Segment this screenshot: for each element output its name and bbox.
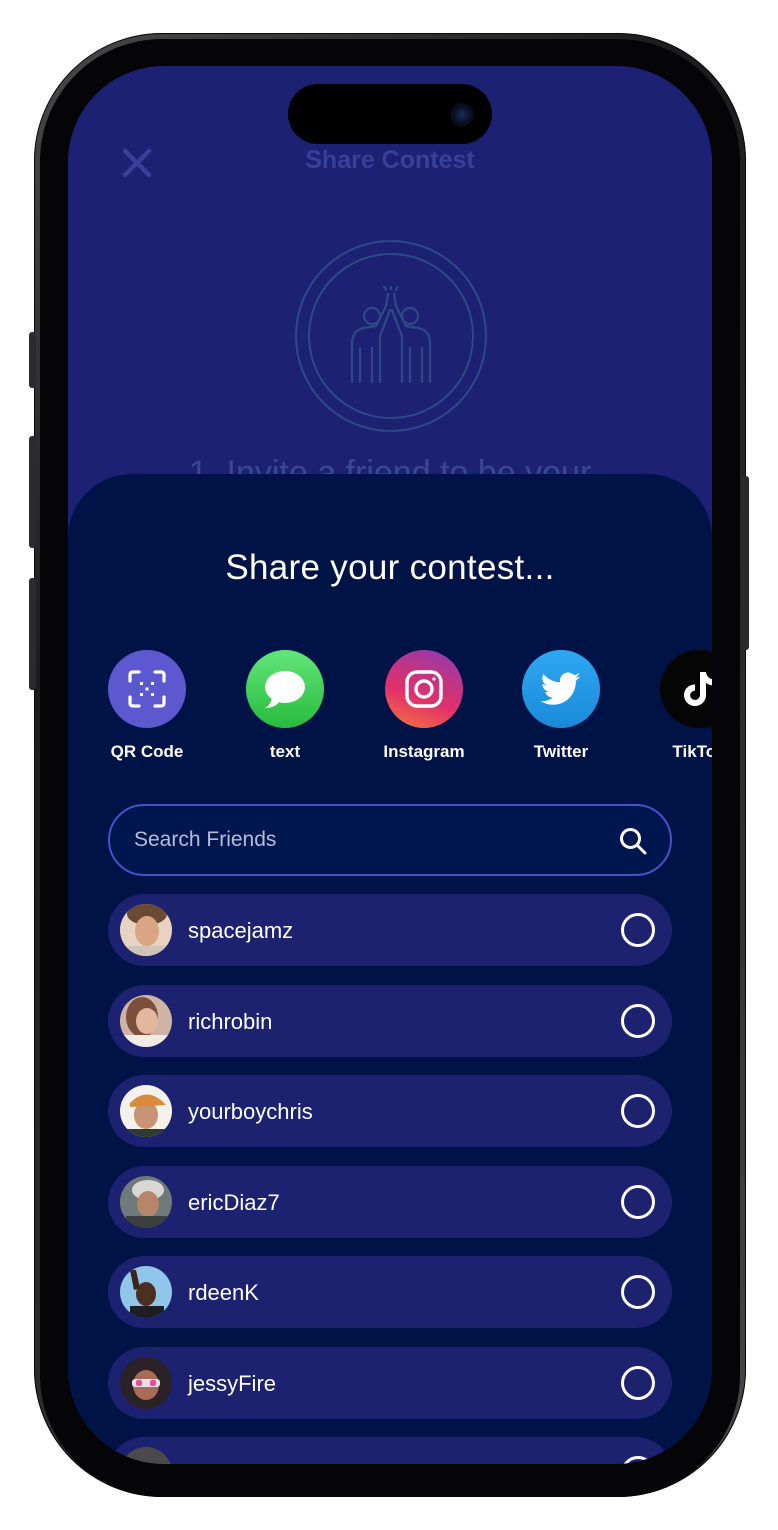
high-five-icon	[350, 286, 432, 384]
search-icon[interactable]	[618, 826, 648, 856]
friend-name: rdeenK	[188, 1280, 259, 1305]
instagram-icon	[405, 670, 443, 708]
avatar	[120, 1085, 172, 1137]
friend-row-spacejamz[interactable]: spacejamz	[108, 894, 672, 966]
select-radio[interactable]	[621, 1003, 655, 1038]
friend-row-partial[interactable]	[108, 1437, 672, 1464]
select-radio[interactable]	[621, 1365, 655, 1400]
share-instagram-label: Instagram	[383, 742, 465, 761]
instagram-circle[interactable]	[385, 650, 463, 728]
friend-name: jessyFire	[188, 1370, 277, 1396]
share-twitter-label: Twitter	[533, 742, 589, 761]
friend-row-ericdiaz7[interactable]: ericDiaz7	[108, 1165, 672, 1238]
share-sheet: Share your contest... QR Code text Insta…	[68, 474, 712, 1464]
share-tiktok-button[interactable]: TikTok	[639, 650, 712, 762]
front-camera	[450, 103, 474, 127]
friend-list: spacejamz richrobin yourboychris ericDia…	[108, 894, 672, 1464]
tiktok-circle[interactable]	[660, 650, 712, 728]
volume-down-button	[29, 578, 36, 690]
share-text-button[interactable]: text	[225, 650, 345, 762]
share-options-row: QR Code text Instagram Twitter TikTo	[68, 650, 712, 770]
share-qr-code-label: QR Code	[110, 742, 184, 761]
friend-name: spacejamz	[188, 918, 294, 943]
avatar	[120, 1175, 172, 1228]
search-friends-input[interactable]	[134, 806, 594, 874]
friend-name: ericDiaz7	[188, 1189, 280, 1215]
friend-name: yourboychris	[188, 1099, 313, 1124]
search-friends-box[interactable]	[108, 804, 672, 876]
sheet-title: Share your contest...	[225, 548, 555, 587]
friend-row-rdeenk[interactable]: rdeenK	[108, 1256, 672, 1328]
select-radio[interactable]	[621, 913, 655, 947]
select-radio[interactable]	[621, 1184, 655, 1219]
share-qr-code-button[interactable]: QR Code	[87, 650, 207, 762]
select-radio[interactable]	[621, 1456, 655, 1464]
twitter-circle[interactable]	[522, 650, 600, 728]
friend-row-jessyfire[interactable]: jessyFire	[108, 1346, 672, 1419]
power-button	[742, 476, 749, 650]
avatar	[120, 904, 172, 956]
friend-name: richrobin	[188, 1008, 273, 1034]
share-tiktok-label: TikTok	[672, 742, 712, 761]
select-radio[interactable]	[621, 1094, 655, 1128]
friend-row-yourboychris[interactable]: yourboychris	[108, 1075, 672, 1147]
action-button	[29, 332, 36, 388]
share-twitter-button[interactable]: Twitter	[501, 650, 621, 762]
qr-scan-icon	[128, 670, 166, 708]
screen: Share Contest 1. Invite a friend to be y…	[68, 66, 712, 1464]
qr-code-circle[interactable]	[108, 650, 186, 728]
volume-up-button	[29, 436, 36, 548]
tiktok-icon	[684, 672, 712, 706]
avatar	[120, 994, 172, 1047]
background-page-title: Share Contest	[305, 146, 475, 174]
avatar	[120, 1266, 172, 1318]
share-instagram-button[interactable]: Instagram	[364, 650, 484, 762]
text-circle[interactable]	[246, 650, 324, 728]
message-bubble-icon	[265, 671, 305, 708]
avatar	[120, 1447, 172, 1464]
select-radio[interactable]	[621, 1275, 655, 1309]
avatar	[120, 1356, 172, 1409]
share-text-label: text	[269, 742, 301, 761]
twitter-bird-icon	[541, 672, 581, 705]
friend-row-richrobin[interactable]: richrobin	[108, 984, 672, 1057]
